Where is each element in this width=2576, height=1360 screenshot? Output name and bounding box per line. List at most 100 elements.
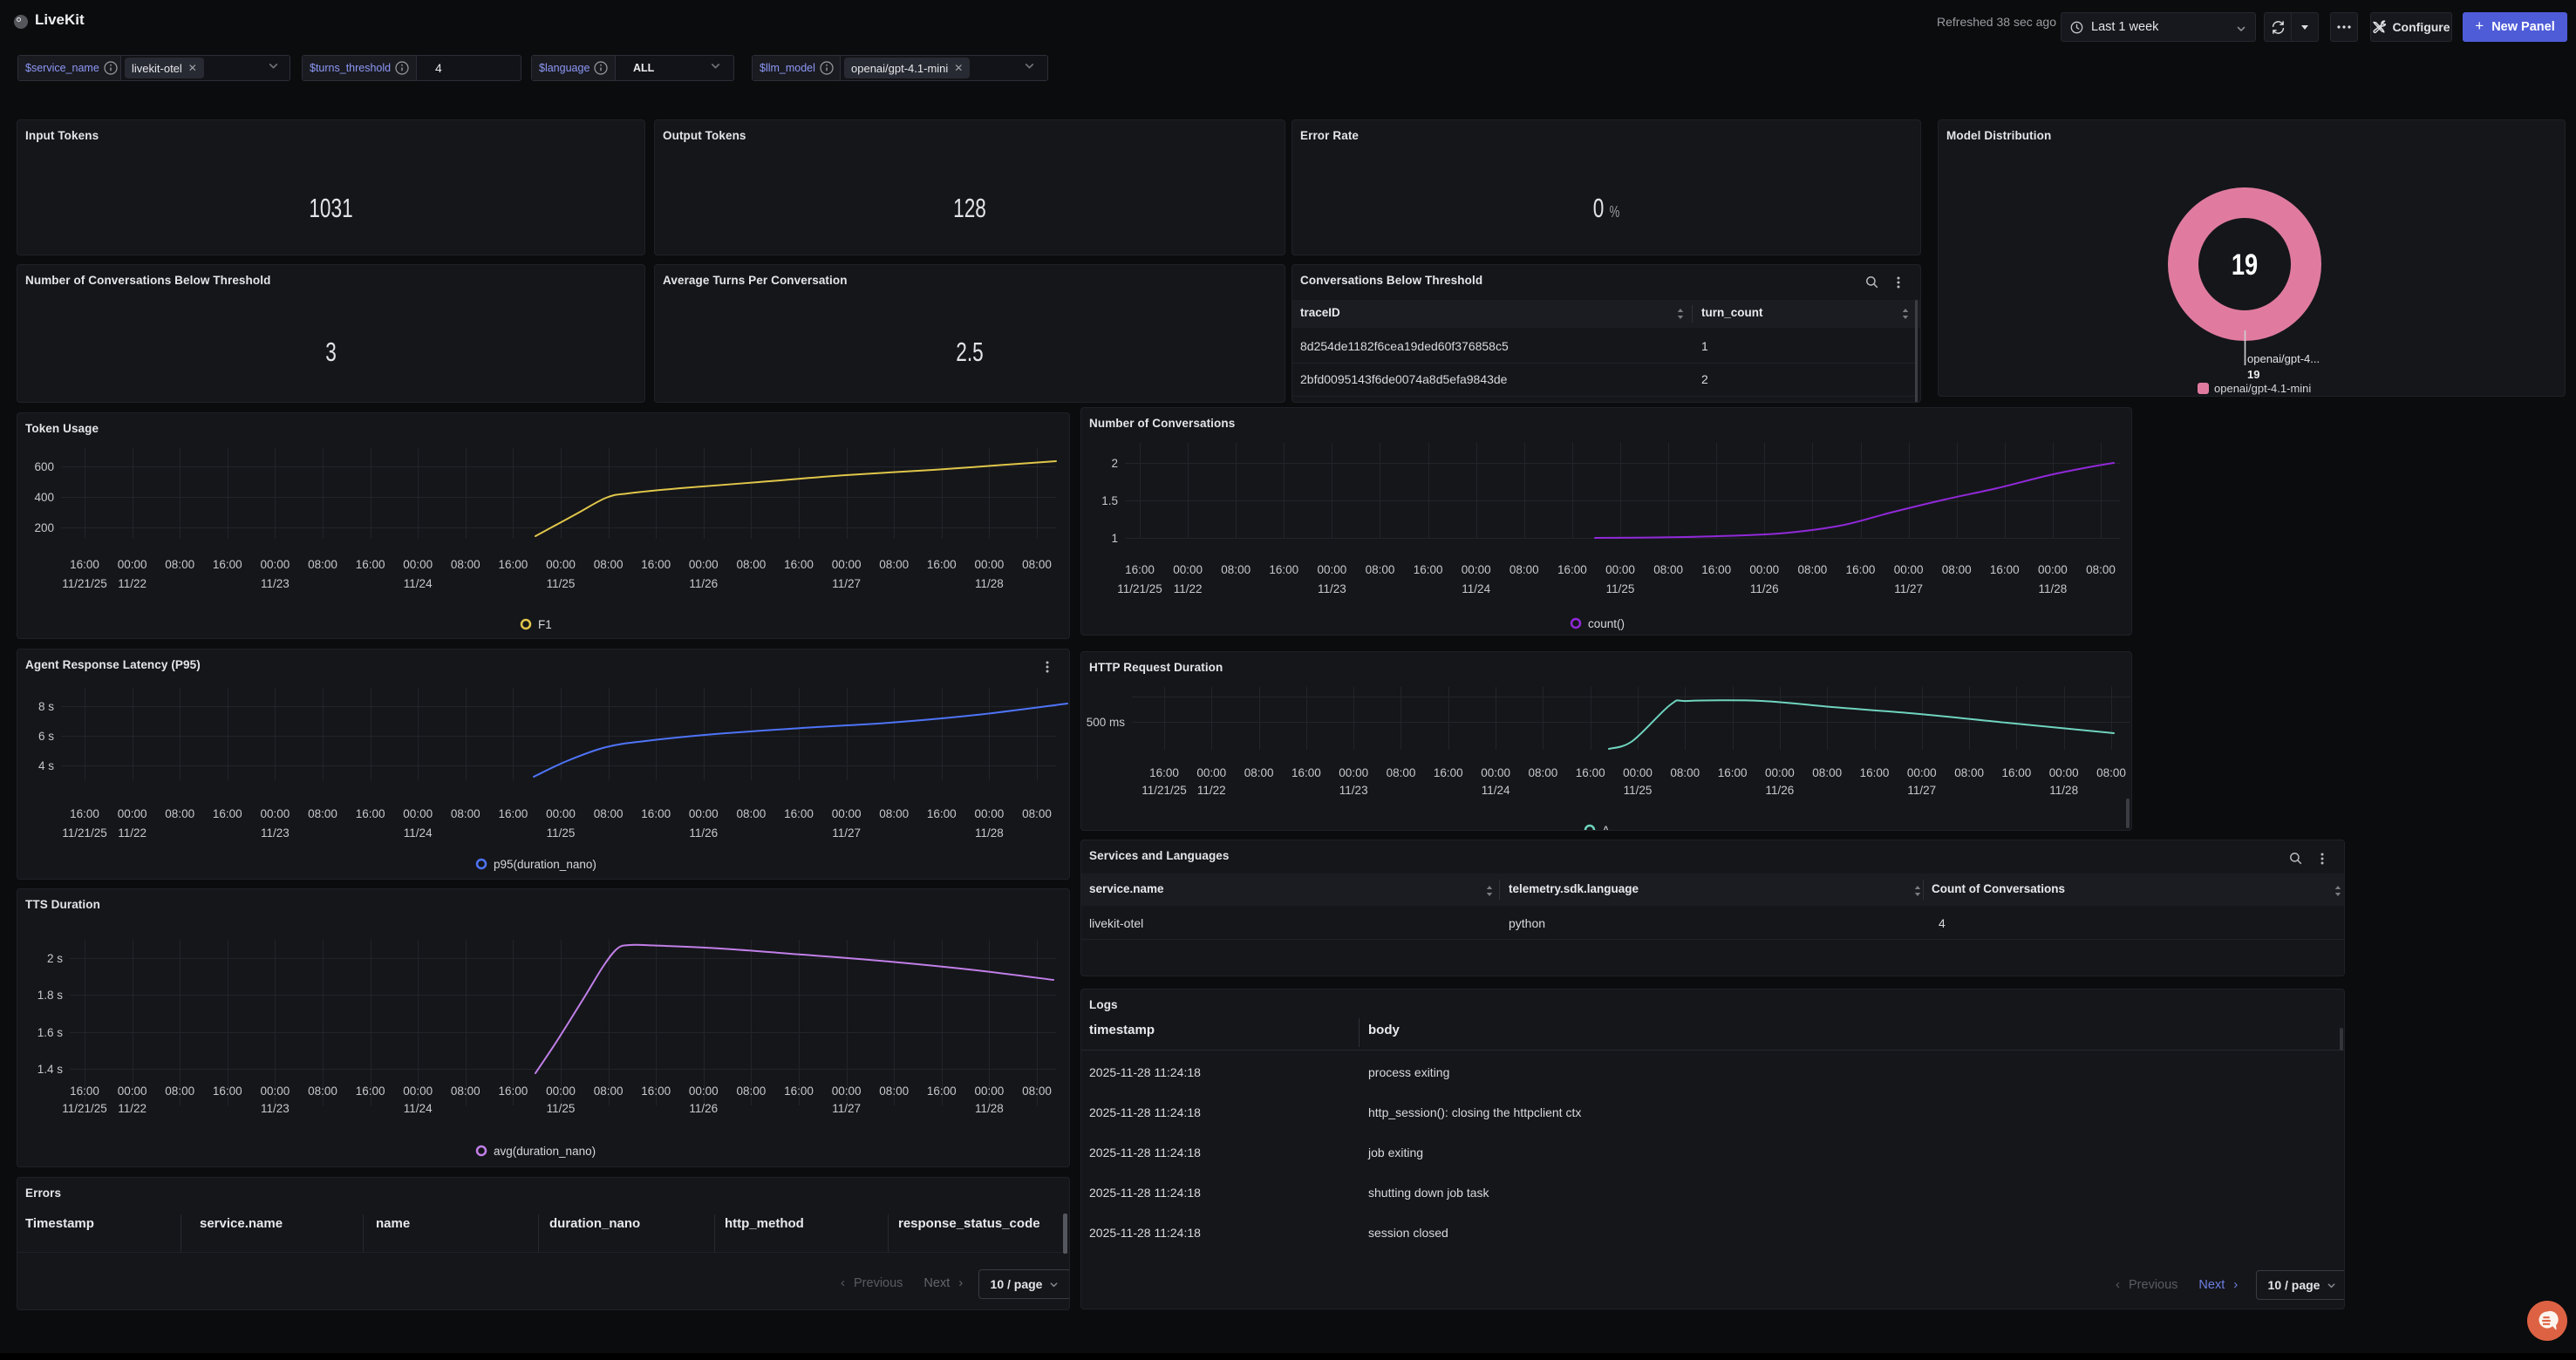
svg-text:600: 600 xyxy=(34,460,54,473)
svg-text:11/24: 11/24 xyxy=(404,1102,433,1115)
svg-text:08:00: 08:00 xyxy=(737,1085,767,1098)
svg-text:11/24: 11/24 xyxy=(404,577,433,590)
svg-text:08:00: 08:00 xyxy=(2086,563,2116,576)
svg-text:11/27: 11/27 xyxy=(832,577,861,590)
svg-text:500 ms: 500 ms xyxy=(1087,716,1126,729)
svg-text:00:00: 00:00 xyxy=(403,1085,433,1098)
svg-text:16:00: 16:00 xyxy=(213,807,242,820)
svg-text:16:00: 16:00 xyxy=(1718,766,1748,779)
svg-text:08:00: 08:00 xyxy=(1798,563,1828,576)
svg-text:11/25: 11/25 xyxy=(547,826,576,840)
svg-text:08:00: 08:00 xyxy=(451,1085,480,1098)
svg-text:16:00: 16:00 xyxy=(70,807,99,820)
svg-text:11/25: 11/25 xyxy=(547,1102,576,1115)
svg-text:16:00: 16:00 xyxy=(213,558,242,571)
svg-text:16:00: 16:00 xyxy=(1125,563,1155,576)
svg-text:11/28: 11/28 xyxy=(2039,582,2068,595)
svg-text:08:00: 08:00 xyxy=(1366,563,1395,576)
svg-text:08:00: 08:00 xyxy=(1244,766,1274,779)
svg-text:16:00: 16:00 xyxy=(356,807,385,820)
svg-text:16:00: 16:00 xyxy=(641,558,671,571)
svg-text:16:00: 16:00 xyxy=(2002,766,2032,779)
svg-text:16:00: 16:00 xyxy=(1557,563,1587,576)
svg-text:08:00: 08:00 xyxy=(1670,766,1700,779)
svg-text:08:00: 08:00 xyxy=(737,558,767,571)
svg-text:11/23: 11/23 xyxy=(261,577,290,590)
svg-text:00:00: 00:00 xyxy=(1605,563,1635,576)
svg-text:08:00: 08:00 xyxy=(308,1085,337,1098)
svg-text:11/28: 11/28 xyxy=(2049,784,2078,797)
svg-text:11/26: 11/26 xyxy=(689,577,718,590)
svg-text:00:00: 00:00 xyxy=(689,807,719,820)
svg-text:16:00: 16:00 xyxy=(927,558,957,571)
svg-text:11/23: 11/23 xyxy=(1339,784,1368,797)
svg-text:11/22: 11/22 xyxy=(1174,582,1203,595)
svg-text:00:00: 00:00 xyxy=(118,807,147,820)
svg-text:16:00: 16:00 xyxy=(1291,766,1321,779)
svg-text:1.8 s: 1.8 s xyxy=(37,989,64,1002)
svg-text:08:00: 08:00 xyxy=(1954,766,1984,779)
svg-text:11/27: 11/27 xyxy=(832,826,861,840)
svg-text:00:00: 00:00 xyxy=(546,558,576,571)
svg-text:00:00: 00:00 xyxy=(118,1085,147,1098)
svg-text:11/28: 11/28 xyxy=(975,1102,1004,1115)
svg-text:00:00: 00:00 xyxy=(1481,766,1510,779)
svg-text:11/22: 11/22 xyxy=(118,1102,147,1115)
svg-text:16:00: 16:00 xyxy=(499,558,528,571)
svg-text:400: 400 xyxy=(34,491,54,504)
svg-text:16:00: 16:00 xyxy=(641,1085,671,1098)
svg-text:19: 19 xyxy=(2247,368,2259,381)
svg-text:08:00: 08:00 xyxy=(879,558,909,571)
svg-text:4 s: 4 s xyxy=(38,759,54,772)
svg-text:8 s: 8 s xyxy=(38,700,54,713)
svg-text:00:00: 00:00 xyxy=(689,1085,719,1098)
svg-text:00:00: 00:00 xyxy=(2049,766,2079,779)
svg-text:00:00: 00:00 xyxy=(403,558,433,571)
svg-text:16:00: 16:00 xyxy=(70,558,99,571)
svg-text:F1: F1 xyxy=(538,618,552,631)
svg-text:08:00: 08:00 xyxy=(1022,807,1052,820)
svg-text:16:00: 16:00 xyxy=(1434,766,1463,779)
svg-text:08:00: 08:00 xyxy=(165,807,194,820)
svg-text:11/27: 11/27 xyxy=(832,1102,861,1115)
svg-text:11/26: 11/26 xyxy=(1766,784,1795,797)
svg-text:11/26: 11/26 xyxy=(1750,582,1779,595)
svg-text:08:00: 08:00 xyxy=(594,807,624,820)
svg-text:11/24: 11/24 xyxy=(1462,582,1490,595)
svg-text:00:00: 00:00 xyxy=(261,558,290,571)
svg-text:11/26: 11/26 xyxy=(689,826,718,840)
svg-text:openai/gpt-4.1-mini: openai/gpt-4.1-mini xyxy=(2214,382,2311,395)
svg-text:11/23: 11/23 xyxy=(261,1102,290,1115)
svg-text:6 s: 6 s xyxy=(38,730,54,743)
svg-text:16:00: 16:00 xyxy=(499,807,528,820)
svg-text:00:00: 00:00 xyxy=(1765,766,1795,779)
svg-text:00:00: 00:00 xyxy=(118,558,147,571)
svg-text:11/27: 11/27 xyxy=(1907,784,1936,797)
svg-text:16:00: 16:00 xyxy=(213,1085,242,1098)
svg-text:16:00: 16:00 xyxy=(784,558,814,571)
svg-text:1.4 s: 1.4 s xyxy=(37,1063,64,1076)
svg-text:11/21/25: 11/21/25 xyxy=(1117,582,1162,595)
svg-text:11/23: 11/23 xyxy=(1318,582,1346,595)
svg-text:08:00: 08:00 xyxy=(1942,563,1972,576)
svg-text:08:00: 08:00 xyxy=(1221,563,1251,576)
svg-text:16:00: 16:00 xyxy=(1576,766,1605,779)
svg-text:00:00: 00:00 xyxy=(261,1085,290,1098)
svg-text:00:00: 00:00 xyxy=(1462,563,1491,576)
svg-text:00:00: 00:00 xyxy=(1196,766,1226,779)
svg-text:16:00: 16:00 xyxy=(784,1085,814,1098)
svg-text:1: 1 xyxy=(1111,532,1118,545)
svg-text:11/28: 11/28 xyxy=(975,577,1004,590)
svg-text:count(): count() xyxy=(1588,617,1625,630)
svg-text:08:00: 08:00 xyxy=(165,1085,194,1098)
svg-text:16:00: 16:00 xyxy=(1701,563,1731,576)
svg-text:11/21/25: 11/21/25 xyxy=(62,1102,107,1115)
svg-text:11/21/25: 11/21/25 xyxy=(1141,784,1187,797)
svg-text:00:00: 00:00 xyxy=(2038,563,2068,576)
svg-text:08:00: 08:00 xyxy=(308,558,337,571)
svg-text:16:00: 16:00 xyxy=(1990,563,2020,576)
svg-text:11/28: 11/28 xyxy=(975,826,1004,840)
svg-text:16:00: 16:00 xyxy=(1149,766,1179,779)
svg-text:16:00: 16:00 xyxy=(499,1085,528,1098)
svg-text:00:00: 00:00 xyxy=(1623,766,1653,779)
